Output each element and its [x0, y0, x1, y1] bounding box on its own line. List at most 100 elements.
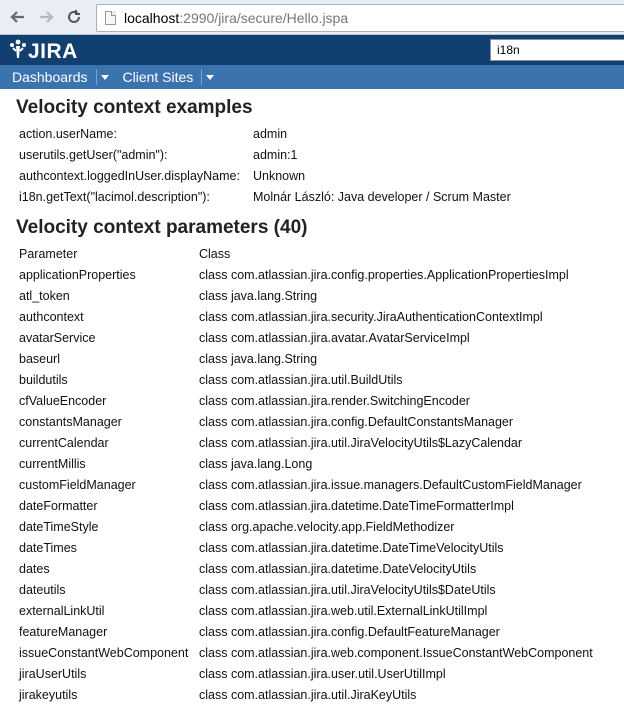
table-row: dateFormatter class com.atlassian.jira.da… — [19, 495, 593, 516]
table-row: userutils.getUser("admin"): admin:1 — [19, 144, 511, 165]
parameter-class: class com.atlassian.jira.datetime.DateTi… — [199, 540, 504, 555]
parameter-name: issueConstantWebComponent — [19, 645, 189, 660]
table-row: buildutils class com.atlassian.jira.util.… — [19, 369, 593, 390]
table-row: baseurl class java.lang.String — [19, 348, 593, 369]
parameter-name: dateTimes — [19, 540, 77, 555]
parameter-class: class java.lang.String — [199, 288, 318, 303]
parameter-name: applicationProperties — [19, 267, 136, 282]
table-row: authcontext.loggedInUser.displayName: Unk… — [19, 165, 511, 186]
table-row: jirakeyutils class com.atlassian.jira.uti… — [19, 684, 593, 705]
jira-logo-text: JIRA — [28, 39, 78, 63]
column-header-class: Class — [199, 246, 231, 261]
page-icon — [105, 11, 116, 25]
context-parameters-table: Parameter Class applicationProperties cla… — [19, 243, 593, 705]
nav-divider — [201, 69, 203, 85]
parameter-class: class com.atlassian.jira.web.component.I… — [199, 645, 593, 660]
table-row: action.userName: admin — [19, 123, 511, 144]
context-key: authcontext.loggedInUser.displayName: — [19, 168, 240, 183]
parameter-class: class com.atlassian.jira.web.util.Extern… — [199, 603, 488, 618]
context-value: Unknown — [253, 168, 306, 183]
parameter-class: class com.atlassian.jira.user.util.UserU… — [199, 666, 446, 681]
jira-logo-icon — [9, 39, 27, 64]
context-key: userutils.getUser("admin"): — [19, 147, 168, 162]
column-header-parameter: Parameter — [19, 246, 78, 261]
parameter-class: class com.atlassian.jira.util.JiraKeyUti… — [199, 687, 417, 702]
table-row: cfValueEncoder class com.atlassian.jira.r… — [19, 390, 593, 411]
nav-dashboards[interactable]: Dashboards — [0, 65, 119, 89]
parameter-class: class com.atlassian.jira.util.JiraVeloci… — [199, 582, 496, 597]
chevron-down-icon[interactable] — [100, 74, 109, 80]
browser-toolbar: localhost:2990/jira/secure/Hello.jspa — [0, 0, 624, 35]
table-header-row: Parameter Class — [19, 243, 593, 264]
jira-header: JIRA — [0, 35, 624, 65]
url-text: localhost:2990/jira/secure/Hello.jspa — [124, 10, 349, 26]
parameter-name: dates — [19, 561, 50, 576]
back-arrow-icon[interactable] — [6, 5, 30, 29]
parameter-name: externalLinkUtil — [19, 603, 105, 618]
context-key: i18n.getText("lacimol.description"): — [19, 189, 210, 204]
nav-dashboards-label[interactable]: Dashboards — [0, 69, 88, 85]
table-row: atl_token class java.lang.String — [19, 285, 593, 306]
section-title-context-parameters: Velocity context parameters (40) — [16, 217, 308, 238]
parameter-class: class com.atlassian.jira.datetime.DateTi… — [199, 498, 514, 513]
parameter-name: avatarService — [19, 330, 96, 345]
parameter-name: buildutils — [19, 372, 68, 387]
parameter-name: featureManager — [19, 624, 108, 639]
parameter-class: class java.lang.Long — [199, 456, 313, 471]
parameter-class: class com.atlassian.jira.datetime.DateVe… — [199, 561, 477, 576]
table-row: dateTimeStyle class org.apache.velocity.a… — [19, 516, 593, 537]
parameter-class: class java.lang.String — [199, 351, 318, 366]
nav-divider — [95, 69, 97, 85]
context-value: admin:1 — [253, 147, 298, 162]
parameter-name: atl_token — [19, 288, 70, 303]
parameter-class: class com.atlassian.jira.issue.managers.… — [199, 477, 582, 492]
table-row: customFieldManager class com.atlassian.ji… — [19, 474, 593, 495]
reload-icon[interactable] — [62, 5, 86, 29]
table-row: avatarService class com.atlassian.jira.av… — [19, 327, 593, 348]
table-row: dateutils class com.atlassian.jira.util.J… — [19, 579, 593, 600]
parameter-class: class com.atlassian.jira.config.properti… — [199, 267, 569, 282]
parameter-name: dateFormatter — [19, 498, 98, 513]
section-title-context-examples: Velocity context examples — [16, 97, 253, 118]
table-row: externalLinkUtil class com.atlassian.jira… — [19, 600, 593, 621]
chevron-down-icon[interactable] — [206, 74, 215, 80]
quick-search-input[interactable] — [490, 39, 624, 61]
parameter-name: jirakeyutils — [19, 687, 78, 702]
parameter-name: dateTimeStyle — [19, 519, 99, 534]
parameter-class: class com.atlassian.jira.util.BuildUtils — [199, 372, 403, 387]
parameter-name: jiraUserUtils — [19, 666, 87, 681]
parameter-class: class com.atlassian.jira.config.DefaultF… — [199, 624, 500, 639]
table-row: applicationProperties class com.atlassian… — [19, 264, 593, 285]
parameter-name: cfValueEncoder — [19, 393, 107, 408]
table-row: authcontext class com.atlassian.jira.secu… — [19, 306, 593, 327]
page-content: Velocity context examples action.userNam… — [0, 89, 624, 705]
parameter-class: class com.atlassian.jira.util.JiraVeloci… — [199, 435, 523, 450]
context-value: admin — [253, 126, 288, 141]
address-bar[interactable]: localhost:2990/jira/secure/Hello.jspa — [96, 4, 624, 32]
parameter-name: baseurl — [19, 351, 60, 366]
table-row: i18n.getText("lacimol.description"): Moln… — [19, 186, 511, 207]
parameter-class: class com.atlassian.jira.config.DefaultC… — [199, 414, 514, 429]
table-row: currentMillis class java.lang.Long — [19, 453, 593, 474]
table-row: issueConstantWebComponent class com.atlas… — [19, 642, 593, 663]
parameter-name: dateutils — [19, 582, 66, 597]
main-nav: Dashboards Client Sites — [0, 65, 624, 89]
parameter-class: class com.atlassian.jira.security.JiraAu… — [199, 309, 543, 324]
parameter-class: class com.atlassian.jira.render.Switchin… — [199, 393, 470, 408]
table-row: jiraUserUtils class com.atlassian.jira.us… — [19, 663, 593, 684]
parameter-class: class com.atlassian.jira.avatar.AvatarSe… — [199, 330, 470, 345]
context-key: action.userName: — [19, 126, 117, 141]
parameter-name: authcontext — [19, 309, 84, 324]
nav-client-sites[interactable]: Client Sites — [119, 65, 225, 89]
nav-client-sites-label[interactable]: Client Sites — [119, 69, 194, 85]
parameter-name: currentMillis — [19, 456, 86, 471]
table-row: currentCalendar class com.atlassian.jira.… — [19, 432, 593, 453]
jira-logo[interactable]: JIRA — [9, 39, 78, 64]
parameter-name: currentCalendar — [19, 435, 109, 450]
table-row: featureManager class com.atlassian.jira.c… — [19, 621, 593, 642]
parameter-name: customFieldManager — [19, 477, 136, 492]
parameter-name: constantsManager — [19, 414, 122, 429]
forward-arrow-icon[interactable] — [34, 5, 58, 29]
table-row: dates class com.atlassian.jira.datetime.D… — [19, 558, 593, 579]
parameter-class: class org.apache.velocity.app.FieldMetho… — [199, 519, 455, 534]
